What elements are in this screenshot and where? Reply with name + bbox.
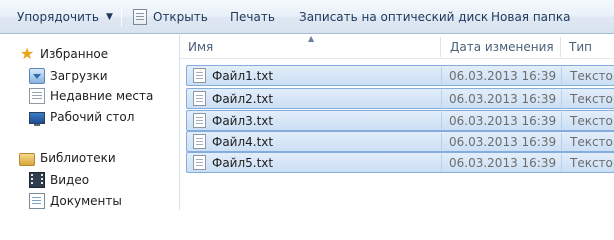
text-file-icon	[193, 155, 206, 170]
recent-places-icon	[29, 88, 45, 104]
file-date: 06.03.2013 16:39	[449, 134, 557, 149]
organize-button[interactable]: Упорядочить ▼	[17, 0, 113, 34]
row-divider	[561, 90, 562, 107]
new-folder-button[interactable]: Новая папка	[491, 0, 570, 34]
file-type: Текстовый	[570, 113, 614, 128]
row-divider	[441, 112, 442, 129]
file-row[interactable]: Файл4.txt 06.03.2013 16:39 Текстовый	[186, 131, 614, 152]
documents-icon	[29, 193, 45, 209]
file-name: Файл4.txt	[212, 134, 274, 149]
row-divider	[561, 154, 562, 171]
nav-item-documents[interactable]: Документы	[29, 191, 122, 211]
file-type: Текстовый	[570, 134, 614, 149]
file-row[interactable]: Файл5.txt 06.03.2013 16:39 Текстовый	[186, 152, 614, 173]
column-divider[interactable]	[560, 37, 561, 57]
row-divider	[561, 133, 562, 150]
navigation-pane: ★ Избранное Загрузки Недавние места Рабо…	[0, 35, 179, 210]
row-divider	[441, 133, 442, 150]
text-file-icon	[193, 68, 206, 83]
row-divider	[561, 67, 562, 84]
row-divider	[561, 112, 562, 129]
nav-item-recent-places[interactable]: Недавние места	[29, 86, 153, 106]
burn-label: Записать на оптический диск	[299, 10, 489, 24]
nav-item-downloads[interactable]: Загрузки	[29, 66, 108, 86]
file-type: Текстовый	[570, 91, 614, 106]
downloads-icon	[29, 68, 45, 84]
column-header-type[interactable]: Тип	[569, 35, 592, 59]
nav-item-video[interactable]: Видео	[29, 170, 89, 190]
document-icon	[133, 9, 147, 25]
file-date: 06.03.2013 16:39	[449, 155, 557, 170]
column-header-bar: ▲ Имя Дата изменения Тип	[180, 35, 614, 59]
desktop-icon	[29, 112, 45, 126]
favorites-star-icon: ★	[19, 44, 35, 63]
burn-to-disc-button[interactable]: Записать на оптический диск	[299, 0, 488, 34]
text-file-icon	[193, 134, 206, 149]
column-header-name[interactable]: Имя	[188, 35, 438, 59]
nav-favorites[interactable]: ★ Избранное	[19, 44, 108, 64]
text-file-icon	[193, 91, 206, 106]
nav-libraries[interactable]: Библиотеки	[19, 148, 116, 168]
file-list: ▲ Имя Дата изменения Тип Файл1.txt 06.03…	[180, 35, 614, 210]
file-date: 06.03.2013 16:39	[449, 113, 557, 128]
nav-item-label: Видео	[50, 173, 90, 187]
nav-libraries-label: Библиотеки	[40, 151, 116, 165]
file-name: Файл1.txt	[212, 68, 274, 83]
new-folder-label: Новая папка	[491, 10, 571, 24]
file-date: 06.03.2013 16:39	[449, 91, 557, 106]
column-date-label: Дата изменения	[450, 40, 554, 54]
organize-label: Упорядочить	[17, 10, 99, 24]
open-label: Открыть	[153, 10, 208, 24]
nav-favorites-label: Избранное	[40, 47, 109, 61]
column-divider[interactable]	[440, 37, 441, 57]
nav-item-desktop[interactable]: Рабочий стол	[29, 107, 134, 127]
column-header-date[interactable]: Дата изменения	[450, 35, 554, 59]
video-icon	[29, 172, 45, 188]
file-type: Текстовый	[570, 155, 614, 170]
print-button[interactable]: Печать	[230, 0, 275, 34]
row-divider	[441, 154, 442, 171]
command-bar: Упорядочить ▼ Открыть Печать Записать на…	[0, 0, 614, 34]
open-button[interactable]: Открыть	[133, 0, 208, 34]
print-label: Печать	[230, 10, 275, 24]
file-type: Текстовый	[570, 68, 614, 83]
nav-item-label: Рабочий стол	[50, 110, 135, 124]
text-file-icon	[193, 113, 206, 128]
column-type-label: Тип	[569, 40, 592, 54]
row-divider	[441, 67, 442, 84]
nav-item-label: Недавние места	[50, 89, 154, 103]
column-name-label: Имя	[188, 40, 214, 54]
file-row[interactable]: Файл2.txt 06.03.2013 16:39 Текстовый	[186, 88, 614, 109]
file-row[interactable]: Файл1.txt 06.03.2013 16:39 Текстовый	[186, 65, 614, 86]
libraries-icon	[19, 152, 35, 166]
file-date: 06.03.2013 16:39	[449, 68, 557, 83]
toolbar-divider	[121, 7, 122, 27]
row-divider	[441, 90, 442, 107]
file-name: Файл2.txt	[212, 91, 274, 106]
file-name: Файл3.txt	[212, 113, 274, 128]
nav-item-label: Документы	[50, 194, 122, 208]
file-row[interactable]: Файл3.txt 06.03.2013 16:39 Текстовый	[186, 110, 614, 131]
chevron-down-icon: ▼	[105, 12, 113, 22]
file-name: Файл5.txt	[212, 155, 274, 170]
nav-item-label: Загрузки	[50, 69, 108, 83]
